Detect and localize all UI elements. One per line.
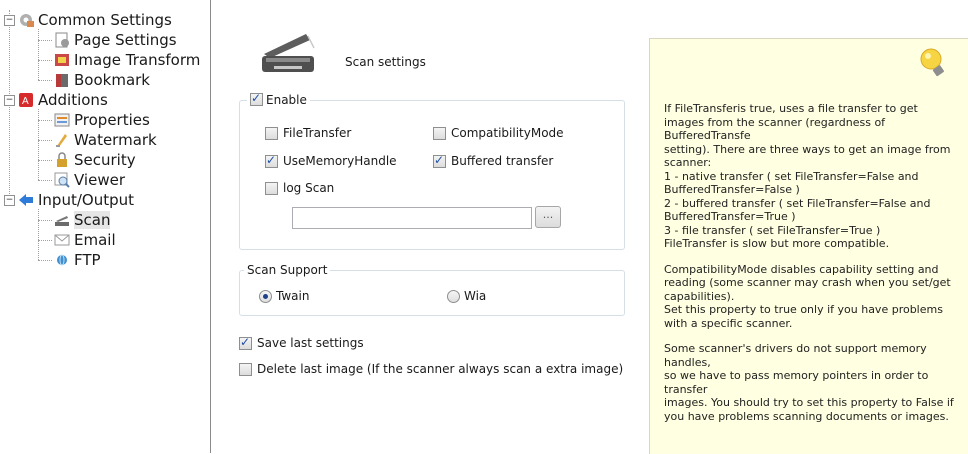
enable-legend: Enable bbox=[247, 91, 310, 107]
gear-icon bbox=[18, 12, 34, 28]
log-scan-label: log Scan bbox=[283, 181, 335, 195]
help-text: If FileTransferis true, uses a file tran… bbox=[664, 102, 968, 435]
tree-item-viewer[interactable]: Viewer bbox=[54, 170, 125, 190]
tree-label: Common Settings bbox=[38, 11, 172, 29]
bookmark-icon bbox=[54, 72, 70, 88]
tree-item-common-settings[interactable]: Common Settings bbox=[18, 10, 172, 30]
tree-label: Email bbox=[74, 231, 116, 249]
tree-label: Properties bbox=[74, 111, 150, 129]
tree-item-image-transform[interactable]: Image Transform bbox=[54, 50, 200, 70]
delete-last-image-label: Delete last image (If the scanner always… bbox=[257, 362, 624, 376]
tree-label: Security bbox=[74, 151, 136, 169]
save-last-settings-label: Save last settings bbox=[257, 336, 364, 350]
tree-connector bbox=[38, 80, 52, 81]
watermark-icon bbox=[54, 132, 70, 148]
tree-connector bbox=[38, 120, 52, 121]
help-paragraph-compatibility: CompatibilityMode disables capability se… bbox=[664, 262, 951, 330]
log-scan-checkbox[interactable] bbox=[265, 182, 278, 195]
security-lock-icon bbox=[54, 152, 70, 168]
tree-label: FTP bbox=[74, 251, 101, 269]
twain-label: Twain bbox=[276, 289, 310, 303]
tree-label: Additions bbox=[38, 91, 108, 109]
tree-item-ftp[interactable]: FTP bbox=[54, 250, 101, 270]
email-envelope-icon bbox=[54, 232, 70, 248]
collapse-additions[interactable]: − bbox=[4, 95, 15, 106]
tree-connector bbox=[38, 180, 52, 181]
tree-connector bbox=[38, 60, 52, 61]
save-last-settings-checkbox[interactable] bbox=[239, 335, 252, 350]
use-memory-handle-checkbox[interactable] bbox=[265, 153, 278, 168]
svg-text:A: A bbox=[22, 96, 29, 107]
browse-button[interactable]: ... bbox=[535, 206, 561, 228]
wia-radio[interactable] bbox=[447, 290, 460, 303]
tree-label: Scan bbox=[74, 211, 111, 229]
tree-item-watermark[interactable]: Watermark bbox=[54, 130, 157, 150]
scanner-icon bbox=[260, 30, 316, 76]
wia-label: Wia bbox=[464, 289, 487, 303]
tree-item-additions[interactable]: A Additions bbox=[18, 90, 108, 110]
image-transform-icon bbox=[54, 52, 70, 68]
use-memory-handle-label: UseMemoryHandle bbox=[283, 154, 397, 168]
scanner-icon bbox=[54, 212, 70, 228]
delete-last-image-checkbox[interactable] bbox=[239, 363, 252, 376]
settings-tree: − − − Common Settings A Additions Input/… bbox=[0, 0, 211, 453]
help-paragraph-file-transfer: If FileTransferis true, uses a file tran… bbox=[664, 102, 951, 250]
buffered-transfer-checkbox[interactable] bbox=[433, 153, 446, 168]
tree-label: Bookmark bbox=[74, 71, 150, 89]
help-paragraph-memory-handles: Some scanner's drivers do not support me… bbox=[664, 342, 954, 423]
file-transfer-checkbox[interactable] bbox=[265, 127, 278, 140]
compatibility-mode-label: CompatibilityMode bbox=[451, 126, 564, 140]
viewer-magnifier-icon bbox=[54, 172, 70, 188]
tree-label: Viewer bbox=[74, 171, 125, 189]
twain-radio[interactable] bbox=[259, 290, 272, 303]
tree-label: Watermark bbox=[74, 131, 157, 149]
collapse-common-settings[interactable]: − bbox=[4, 15, 15, 26]
buffered-transfer-label: Buffered transfer bbox=[451, 154, 554, 168]
scan-settings-panel: Scan settings Enable FileTransfer Compat… bbox=[212, 0, 647, 453]
tree-label: Image Transform bbox=[74, 51, 201, 69]
tree-item-security[interactable]: Security bbox=[54, 150, 136, 170]
scan-settings-title: Scan settings bbox=[345, 55, 426, 69]
tree-item-email[interactable]: Email bbox=[54, 230, 116, 250]
tree-connector bbox=[38, 160, 52, 161]
log-path-input[interactable] bbox=[292, 207, 532, 229]
help-panel: If FileTransferis true, uses a file tran… bbox=[649, 38, 968, 454]
tree-connector bbox=[38, 260, 52, 261]
tree-item-bookmark[interactable]: Bookmark bbox=[54, 70, 150, 90]
tree-item-input-output[interactable]: Input/Output bbox=[18, 190, 134, 210]
tree-connector bbox=[38, 240, 52, 241]
file-transfer-label: FileTransfer bbox=[283, 126, 352, 140]
enable-label: Enable bbox=[266, 93, 307, 107]
tree-connector bbox=[38, 209, 39, 260]
tree-label: Input/Output bbox=[38, 191, 134, 209]
pdf-icon: A bbox=[18, 92, 34, 108]
tree-item-properties[interactable]: Properties bbox=[54, 110, 150, 130]
enable-checkbox[interactable] bbox=[250, 91, 263, 106]
tree-connector bbox=[38, 40, 52, 41]
page-settings-icon bbox=[54, 32, 70, 48]
properties-icon bbox=[54, 112, 70, 128]
tree-connector bbox=[38, 140, 52, 141]
compatibility-mode-checkbox[interactable] bbox=[433, 127, 446, 140]
tree-label: Page Settings bbox=[74, 31, 177, 49]
scan-support-legend: Scan Support bbox=[244, 263, 331, 277]
tree-connector bbox=[38, 220, 52, 221]
ftp-icon bbox=[54, 252, 70, 268]
collapse-input-output[interactable]: − bbox=[4, 195, 15, 206]
tree-item-page-settings[interactable]: Page Settings bbox=[54, 30, 177, 50]
arrow-icon bbox=[18, 192, 34, 208]
lightbulb-icon bbox=[918, 45, 948, 83]
tree-connector bbox=[38, 29, 39, 80]
tree-item-scan[interactable]: Scan bbox=[54, 210, 111, 230]
